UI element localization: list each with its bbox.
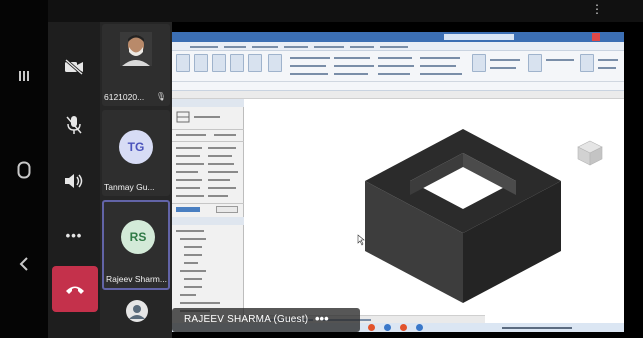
system-nav-bar: [0, 0, 48, 338]
work-plane-tool-icon: [580, 54, 594, 72]
more-button[interactable]: •••: [48, 210, 100, 260]
ribbon-tabs: [172, 42, 624, 51]
more-icon: •••: [65, 227, 83, 243]
presenter-label-bar: RAJEEV SHARMA (Guest) •••: [172, 308, 360, 332]
wall-tool-icon: [194, 54, 208, 72]
close-icon: [592, 33, 600, 41]
home-icon: [17, 161, 31, 179]
participant-list: 6121020... 🎙 TG Tanmay Gu... RS Rajeev S…: [100, 22, 172, 338]
recents-icon: [19, 71, 29, 81]
camera-off-icon: [65, 59, 83, 75]
mic-off-icon: [66, 116, 82, 134]
window-tool-icon: [230, 54, 244, 72]
app-title-bar: [172, 32, 624, 42]
apply-button: [216, 206, 238, 213]
participant-tile[interactable]: TG Tanmay Gu...: [102, 110, 170, 196]
call-top-bar: ⋮: [48, 0, 643, 22]
participant-name: Tanmay Gu...: [104, 182, 155, 192]
datum-tool-icon: [528, 54, 542, 72]
avatar: RS: [121, 220, 155, 254]
recents-button[interactable]: [0, 56, 48, 96]
speaker-icon: [65, 174, 83, 188]
properties-help-link: [176, 207, 200, 212]
column-tool-icon: [268, 54, 282, 72]
app-icon: [416, 324, 423, 331]
back-icon: [19, 257, 28, 271]
shared-screen: [172, 32, 624, 332]
overflow-menu-icon[interactable]: ⋮: [591, 2, 603, 16]
phone-screen: ⋮ ••• 6121020... 🎙 TG Tanmay Gu... RS Ra…: [0, 0, 643, 338]
app-icon: [384, 324, 391, 331]
3d-box-model: [357, 129, 603, 303]
hang-up-icon: [66, 286, 84, 294]
3d-viewport: [245, 99, 624, 323]
self-view-tile[interactable]: [102, 294, 170, 336]
properties-panel: [172, 99, 244, 323]
ribbon-toolbar: [172, 51, 624, 91]
room-tool-icon: [472, 54, 486, 72]
back-button[interactable]: [0, 244, 48, 284]
avatar: TG: [119, 130, 153, 164]
mic-active-icon: 🎙: [155, 92, 166, 101]
camera-toggle-button[interactable]: [48, 42, 100, 92]
presenter-name: RAJEEV SHARMA (Guest): [184, 314, 309, 325]
component-tool-icon: [248, 54, 262, 72]
type-preview-icon: [176, 111, 190, 123]
modify-tool-icon: [176, 54, 190, 72]
properties-header: [172, 99, 244, 107]
app-icon: [368, 324, 375, 331]
view-cube-icon: [577, 140, 603, 166]
options-bar: [172, 91, 624, 99]
participant-photo-avatar: [120, 32, 152, 66]
presenter-more-button[interactable]: •••: [315, 311, 329, 326]
self-avatar: [126, 300, 148, 322]
participant-tile[interactable]: 6121020... 🎙: [102, 24, 170, 106]
home-button[interactable]: [0, 150, 48, 190]
participant-name: Rajeev Sharm...: [106, 274, 167, 284]
mouse-cursor-icon: [357, 234, 365, 246]
door-tool-icon: [212, 54, 226, 72]
app-search-box: [444, 34, 514, 40]
hang-up-button[interactable]: [52, 266, 98, 312]
project-browser-header: [172, 217, 244, 225]
avatar-initials: TG: [127, 140, 145, 154]
app-icon: [400, 324, 407, 331]
mic-toggle-button[interactable]: [48, 100, 100, 150]
participant-name: 6121020...: [104, 92, 145, 102]
participant-tile-active[interactable]: RS Rajeev Sharm...: [102, 200, 170, 290]
avatar-initials: RS: [129, 230, 147, 244]
speaker-button[interactable]: [48, 156, 100, 206]
